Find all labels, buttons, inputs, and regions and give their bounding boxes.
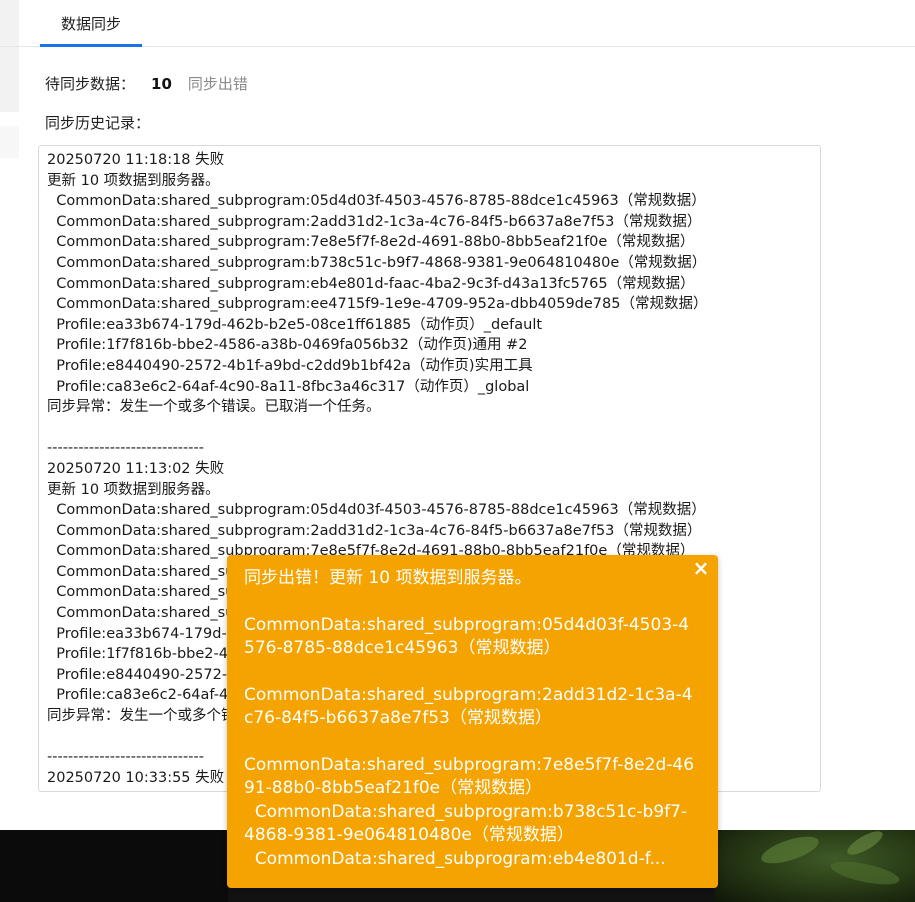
log-line: CommonData:shared_subprogram:2add31d2-1c… xyxy=(47,522,702,539)
sync-history-label: 同步历史记录： xyxy=(45,114,151,132)
log-line: CommonData:shared_subprogram:05d4d03f-45… xyxy=(47,502,706,519)
log-line: Profile:ea33b674-179d-462b-b2e5-08ce1ff6… xyxy=(47,316,543,333)
sync-error-toast: × 同步出错！更新 10 项数据到服务器。 CommonData:shared_… xyxy=(227,555,718,888)
toast-item-truncated: CommonData:shared_subprogram:7e8e5f7f-8e… xyxy=(244,754,695,869)
log-line: Profile:ca83e6c2-64af-4c90-8a11-8fbc3a46… xyxy=(47,378,530,395)
log-line: CommonData:shared_subprogram:05d4d03f-45… xyxy=(47,193,706,210)
desktop-dark-area xyxy=(0,830,228,902)
left-panel-edge-lower xyxy=(0,126,19,158)
log-line: Profile:e8440490-2572-4b1f-a9bd-c2dd9b1b… xyxy=(47,357,533,374)
sync-error-link[interactable]: 同步出错 xyxy=(188,75,248,93)
pending-sync-count: 10 xyxy=(151,75,172,93)
pending-sync-label: 待同步数据： xyxy=(45,75,136,93)
log-line: ------------------------------ xyxy=(47,440,204,457)
log-line: 同步异常：发生一个或多个错误。已取消一个任务。 xyxy=(47,399,381,416)
close-icon[interactable]: × xyxy=(692,557,710,579)
log-line: CommonData:shared_subprogram:2add31d2-1c… xyxy=(47,213,702,230)
log-line: CommonData:shared_subprogram:7e8e5f7f-8e… xyxy=(47,234,695,251)
tab-data-sync[interactable]: 数据同步 xyxy=(40,0,142,47)
toast-item: CommonData:shared_subprogram:05d4d03f-45… xyxy=(244,614,690,659)
log-line: CommonData:shared_subprogram:eb4e801d-fa… xyxy=(47,275,695,292)
log-line: 20250720 11:13:02 失败 xyxy=(47,460,225,477)
tab-bar: 数据同步 xyxy=(0,0,915,47)
log-line: 20250720 11:18:18 失败 xyxy=(47,152,225,168)
log-line: Profile:1f7f816b-bbe2-4586-a38b-0469fa05… xyxy=(47,337,528,354)
log-line: 更新 10 项数据到服务器。 xyxy=(47,481,220,498)
toast-item: CommonData:shared_subprogram:2add31d2-1c… xyxy=(244,684,693,729)
log-line: 更新 10 项数据到服务器。 xyxy=(47,172,220,189)
toast-title: 同步出错！更新 10 项数据到服务器。 xyxy=(244,568,532,588)
log-line: CommonData:shared_subprogram:b738c51c-b9… xyxy=(47,254,707,271)
pending-sync-row: 待同步数据： 10 同步出错 xyxy=(45,74,248,94)
log-line: CommonData:shared_subprogram:ee4715f9-1e… xyxy=(47,296,708,313)
